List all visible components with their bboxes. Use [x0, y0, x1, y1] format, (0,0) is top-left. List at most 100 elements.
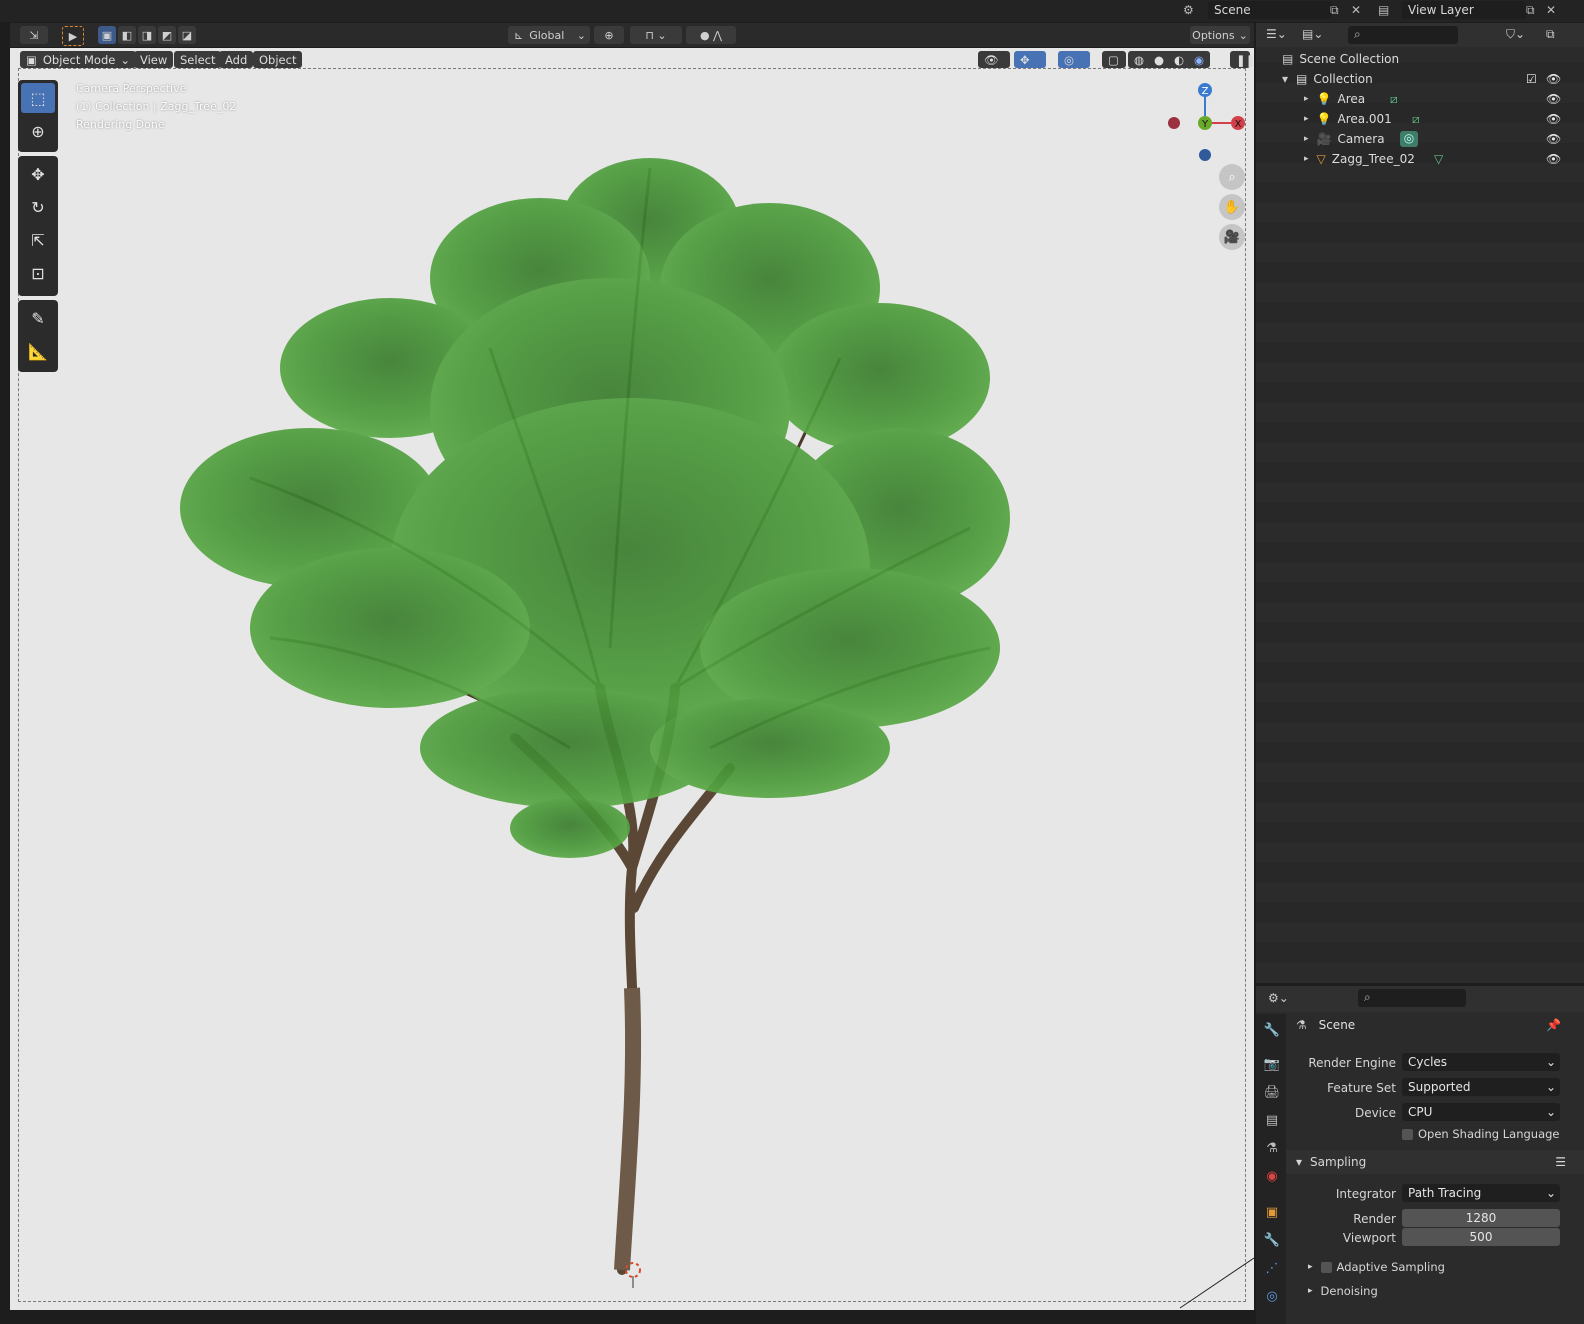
rotate-icon[interactable]: ↻: [21, 192, 55, 222]
osl-checkbox[interactable]: Open Shading Language: [1402, 1127, 1560, 1141]
close-view-layer-icon[interactable]: ✕: [1546, 3, 1556, 17]
integrator-dropdown[interactable]: Path Tracing ⌄: [1402, 1184, 1560, 1202]
light-data-icon[interactable]: ⧄: [1390, 92, 1398, 107]
select-invert-icon[interactable]: ◩: [158, 26, 176, 44]
tool-tab-icon[interactable]: 🔧: [1263, 1022, 1281, 1040]
render-samples-field[interactable]: 1280: [1402, 1209, 1560, 1227]
pivot-point-icon[interactable]: ⊕: [594, 26, 624, 44]
menu-object[interactable]: Object: [253, 51, 303, 68]
material-shading-icon[interactable]: ◐: [1174, 53, 1184, 67]
physics-tab-icon[interactable]: ◎: [1263, 1288, 1281, 1306]
new-scene-icon[interactable]: ⧉: [1330, 3, 1339, 18]
gizmo-neg-x-axis[interactable]: [1168, 117, 1180, 129]
checkbox-icon[interactable]: [1320, 1261, 1332, 1273]
render-engine-dropdown[interactable]: Cycles ⌄: [1402, 1053, 1560, 1071]
properties-header: ⚙⌄ ⌕: [1256, 986, 1584, 1012]
menu-add[interactable]: Add: [219, 51, 254, 68]
scene-selector[interactable]: Scene: [1208, 1, 1332, 19]
rendered-shading-icon[interactable]: ◉: [1194, 53, 1204, 67]
properties-editor-icon[interactable]: ⚙⌄: [1268, 991, 1289, 1005]
outliner-row-scene-collection[interactable]: ▤ Scene Collection: [1256, 49, 1584, 69]
transform-icon[interactable]: ⊡: [21, 258, 55, 288]
new-collection-icon[interactable]: ⧉: [1546, 27, 1555, 42]
visibility-icon[interactable]: 👁: [978, 51, 1010, 68]
world-tab-icon[interactable]: ◉: [1263, 1168, 1281, 1186]
camera-view-icon[interactable]: 🎥: [1219, 224, 1245, 250]
presets-icon[interactable]: ☰: [1555, 1155, 1566, 1169]
particles-tab-icon[interactable]: ⋰: [1263, 1260, 1281, 1278]
scene-icon[interactable]: ⚙: [1183, 3, 1194, 17]
outliner-row-camera[interactable]: ▸ 🎥 Camera ◎ 👁: [1256, 129, 1584, 149]
annotate-icon[interactable]: ✎: [21, 303, 55, 333]
select-new-icon[interactable]: ▣: [98, 26, 116, 44]
xray-icon[interactable]: ▢: [1102, 51, 1126, 68]
snapping-icon[interactable]: ⊓ ⌄: [630, 26, 682, 44]
options-dropdown[interactable]: Options ⌄: [1190, 26, 1250, 44]
3d-viewport[interactable]: ▣ Object Mode ⌄ View Select Add Object 👁…: [10, 48, 1254, 1310]
select-intersect-icon[interactable]: ◪: [178, 26, 196, 44]
chevron-down-icon: ⌄: [1545, 1105, 1556, 1119]
view-layer-icon[interactable]: ▤: [1378, 3, 1389, 17]
editor-type-icon[interactable]: ⇲: [20, 26, 48, 44]
feature-set-dropdown[interactable]: Supported ⌄: [1402, 1078, 1560, 1096]
outliner-row-collection[interactable]: ▾ ▤ Collection ☑ 👁: [1256, 69, 1584, 89]
chevron-right-icon[interactable]: ▸: [1304, 114, 1309, 124]
denoising-subpanel[interactable]: ▸ Denoising: [1308, 1284, 1378, 1298]
viewport-samples-field[interactable]: 500: [1402, 1228, 1560, 1246]
outliner-search-input[interactable]: ⌕: [1348, 26, 1458, 44]
gizmo-neg-z-axis[interactable]: [1199, 149, 1211, 161]
cursor-icon[interactable]: ⊕: [21, 116, 55, 146]
move-icon[interactable]: ✥: [21, 159, 55, 189]
chevron-right-icon: ▸: [1308, 1262, 1313, 1272]
pause-render-icon[interactable]: ❚❚: [1230, 51, 1254, 68]
gizmo-toggle-icon[interactable]: ✥: [1014, 51, 1046, 68]
eye-icon[interactable]: 👁: [1546, 112, 1561, 126]
adaptive-sampling-subpanel[interactable]: ▸ Adaptive Sampling: [1308, 1260, 1445, 1274]
new-view-layer-icon[interactable]: ⧉: [1526, 3, 1535, 18]
navigation-gizmo[interactable]: Z Y X: [1160, 78, 1250, 168]
context-label: Scene: [1318, 1018, 1356, 1032]
view-layer-selector[interactable]: View Layer: [1402, 1, 1526, 19]
render-samples-value: 1280: [1465, 1211, 1497, 1225]
eye-icon[interactable]: 👁: [1546, 132, 1561, 146]
proportional-editing-icon[interactable]: ● ⋀: [686, 26, 736, 44]
zoom-icon[interactable]: ⌕: [1219, 164, 1245, 190]
outliner-editor-icon[interactable]: ☰⌄: [1266, 27, 1287, 41]
scene-tab-icon[interactable]: ⚗: [1263, 1140, 1281, 1158]
overlay-toggle-icon[interactable]: ◎: [1058, 51, 1090, 68]
collection-checkbox[interactable]: ☑: [1526, 72, 1537, 86]
scale-icon[interactable]: ⇱: [21, 225, 55, 255]
pin-icon[interactable]: 📌: [1546, 1018, 1561, 1032]
eye-icon[interactable]: 👁: [1546, 152, 1561, 166]
measure-icon[interactable]: 📐: [21, 336, 55, 366]
menu-select[interactable]: Select: [174, 51, 222, 68]
outliner-row-zagg-tree[interactable]: ▸ ▽ Zagg_Tree_02 ▽ 👁: [1256, 149, 1584, 169]
chevron-right-icon[interactable]: ▸: [1304, 154, 1309, 164]
solid-shading-icon[interactable]: ●: [1154, 53, 1164, 67]
select-extend-icon[interactable]: ◧: [118, 26, 136, 44]
select-tool-icon[interactable]: ▶: [62, 26, 84, 46]
device-dropdown[interactable]: CPU ⌄: [1402, 1103, 1560, 1121]
camera-data-icon[interactable]: ◎: [1400, 131, 1418, 147]
properties-search-input[interactable]: ⌕: [1358, 989, 1466, 1007]
outliner-row-area[interactable]: ▸ 💡 Area ⧄ 👁: [1256, 89, 1584, 109]
chevron-down-icon[interactable]: ▾: [1282, 72, 1288, 86]
close-scene-icon[interactable]: ✕: [1351, 3, 1361, 17]
chevron-right-icon[interactable]: ▸: [1304, 94, 1309, 104]
menu-view[interactable]: View: [134, 51, 174, 68]
pan-hand-icon[interactable]: ✋: [1219, 194, 1245, 220]
mode-dropdown[interactable]: ▣ Object Mode ⌄: [20, 51, 136, 68]
wireframe-shading-icon[interactable]: ◍: [1134, 53, 1144, 67]
transform-orientation-dropdown[interactable]: ⊾ Global ⌄: [508, 26, 590, 44]
sampling-panel-header[interactable]: ▾ Sampling ☰: [1286, 1150, 1584, 1174]
chevron-right-icon[interactable]: ▸: [1304, 134, 1309, 144]
light-data-icon[interactable]: ⧄: [1412, 112, 1420, 127]
select-subtract-icon[interactable]: ◨: [138, 26, 156, 44]
outliner-row-area-001[interactable]: ▸ 💡 Area.001 ⧄ 👁: [1256, 109, 1584, 129]
mesh-data-icon[interactable]: ▽: [1434, 152, 1443, 166]
filter-icon[interactable]: ⛉⌄: [1506, 27, 1525, 42]
display-mode-icon[interactable]: ▤⌄: [1302, 27, 1323, 41]
eye-icon[interactable]: 👁: [1546, 92, 1561, 106]
select-box-icon[interactable]: ⬚: [21, 83, 55, 113]
eye-icon[interactable]: 👁: [1546, 72, 1561, 86]
